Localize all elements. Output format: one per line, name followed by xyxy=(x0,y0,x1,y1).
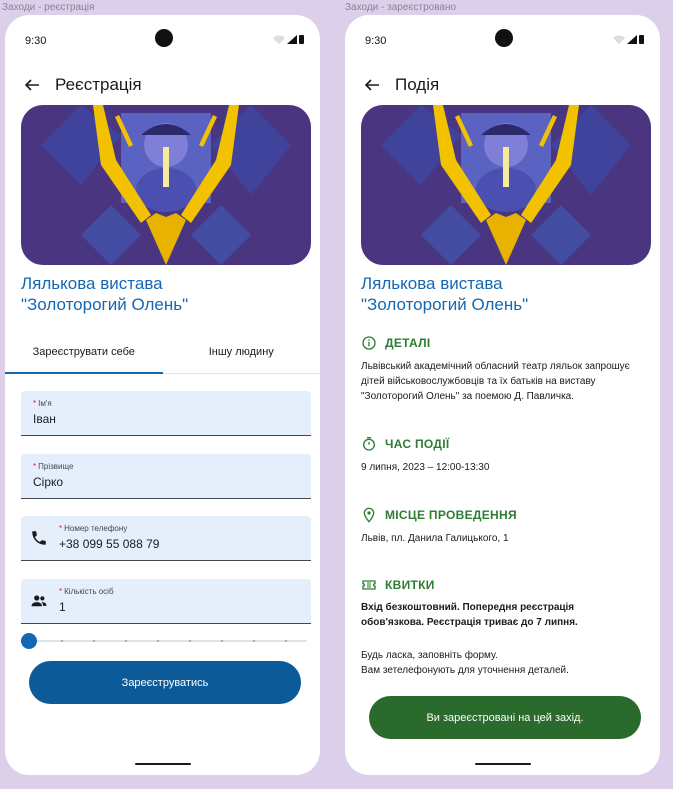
place-heading: МІСЦЕ ПРОВЕДЕННЯ xyxy=(361,507,517,523)
registered-status-button[interactable]: Ви зареєстровані на цей захід. xyxy=(369,696,641,739)
status-time: 9:30 xyxy=(365,35,387,47)
event-title: Лялькова вистава "Золоторогий Олень" xyxy=(361,274,529,314)
phone-icon xyxy=(30,529,48,547)
tickets-text-2: Вам зетелефонують для уточнення деталей. xyxy=(361,665,569,676)
phone-event-registered: 9:30 Подія Лялькова вистава "Золоторогий… xyxy=(345,15,660,775)
registration-tabs: Зареєструвати себе Іншу людину xyxy=(5,340,320,374)
signal-icon xyxy=(627,35,637,44)
people-count-slider[interactable] xyxy=(21,631,311,651)
page-title: Подія xyxy=(395,75,440,94)
last-name-value: Сірко xyxy=(33,475,64,489)
slider-thumb[interactable] xyxy=(21,633,37,649)
people-icon xyxy=(30,592,48,610)
details-heading: ДЕТАЛІ xyxy=(361,335,431,351)
timer-icon xyxy=(363,437,375,451)
battery-icon xyxy=(299,35,304,44)
first-name-value: Іван xyxy=(33,412,56,426)
register-button[interactable]: Зареєструватись xyxy=(29,661,301,704)
slider-tick xyxy=(93,640,95,642)
ticket-icon xyxy=(362,580,376,590)
frame-label-registered: Заходи - зареєстровано xyxy=(345,2,457,13)
event-banner-image xyxy=(361,105,651,265)
battery-icon xyxy=(639,35,644,44)
event-banner-image xyxy=(21,105,311,265)
details-text: Львівський академічний обласний театр ля… xyxy=(361,361,630,402)
home-indicator[interactable] xyxy=(475,763,531,765)
slider-tick xyxy=(189,640,191,642)
time-heading: ЧАС ПОДІЇ xyxy=(361,436,450,452)
status-bar: 9:30 xyxy=(5,15,320,65)
tickets-text-1: Будь ласка, заповніть форму. xyxy=(361,650,498,661)
back-arrow-icon[interactable] xyxy=(363,76,381,94)
system-icons xyxy=(613,35,644,44)
wifi-icon xyxy=(273,35,285,44)
home-indicator[interactable] xyxy=(135,763,191,765)
people-count-field[interactable]: * Кількість осіб 1 xyxy=(21,579,311,624)
slider-track xyxy=(27,640,307,642)
place-text: Львів, пл. Данила Галицького, 1 xyxy=(361,533,509,544)
last-name-label: * Прізвище xyxy=(33,462,74,471)
first-name-label: * Ім'я xyxy=(33,399,52,408)
app-bar: Подія xyxy=(363,70,642,100)
location-pin-icon xyxy=(363,507,375,523)
tab-register-self[interactable]: Зареєструвати себе xyxy=(5,340,163,374)
first-name-field[interactable]: * Ім'я Іван xyxy=(21,391,311,436)
slider-tick xyxy=(285,640,287,642)
tickets-heading: КВИТКИ xyxy=(361,577,435,593)
wifi-icon xyxy=(613,35,625,44)
tickets-bold-text: Вхід безкоштовний. Попередня реєстрація … xyxy=(361,602,578,628)
tab-other-person[interactable]: Іншу людину xyxy=(163,340,321,373)
event-title: Лялькова вистава "Золоторогий Олень" xyxy=(21,274,189,314)
page-title: Реєстрація xyxy=(55,75,142,94)
people-count-label: * Кількість осіб xyxy=(59,587,114,596)
slider-tick xyxy=(125,640,127,642)
phone-value: +38 099 55 088 79 xyxy=(59,537,160,551)
frame-label-registration: Заходи - реєстрація xyxy=(2,2,95,13)
camera-cutout xyxy=(155,29,173,47)
last-name-field[interactable]: * Прізвище Сірко xyxy=(21,454,311,499)
phone-field[interactable]: * Номер телефону +38 099 55 088 79 xyxy=(21,516,311,561)
slider-tick xyxy=(61,640,63,642)
time-text: 9 липня, 2023 – 12:00-13:30 xyxy=(361,462,490,473)
slider-tick xyxy=(253,640,255,642)
system-icons xyxy=(273,35,304,44)
status-time: 9:30 xyxy=(25,35,47,47)
phone-registration: 9:30 Реєстрація Лялькова вистава "Золото… xyxy=(5,15,320,775)
back-arrow-icon[interactable] xyxy=(23,76,41,94)
people-count-value: 1 xyxy=(59,600,66,614)
slider-tick xyxy=(221,640,223,642)
status-bar: 9:30 xyxy=(345,15,660,65)
slider-tick xyxy=(157,640,159,642)
camera-cutout xyxy=(495,29,513,47)
signal-icon xyxy=(287,35,297,44)
phone-label: * Номер телефону xyxy=(59,524,128,533)
info-icon xyxy=(362,336,376,350)
app-bar: Реєстрація xyxy=(23,70,302,100)
